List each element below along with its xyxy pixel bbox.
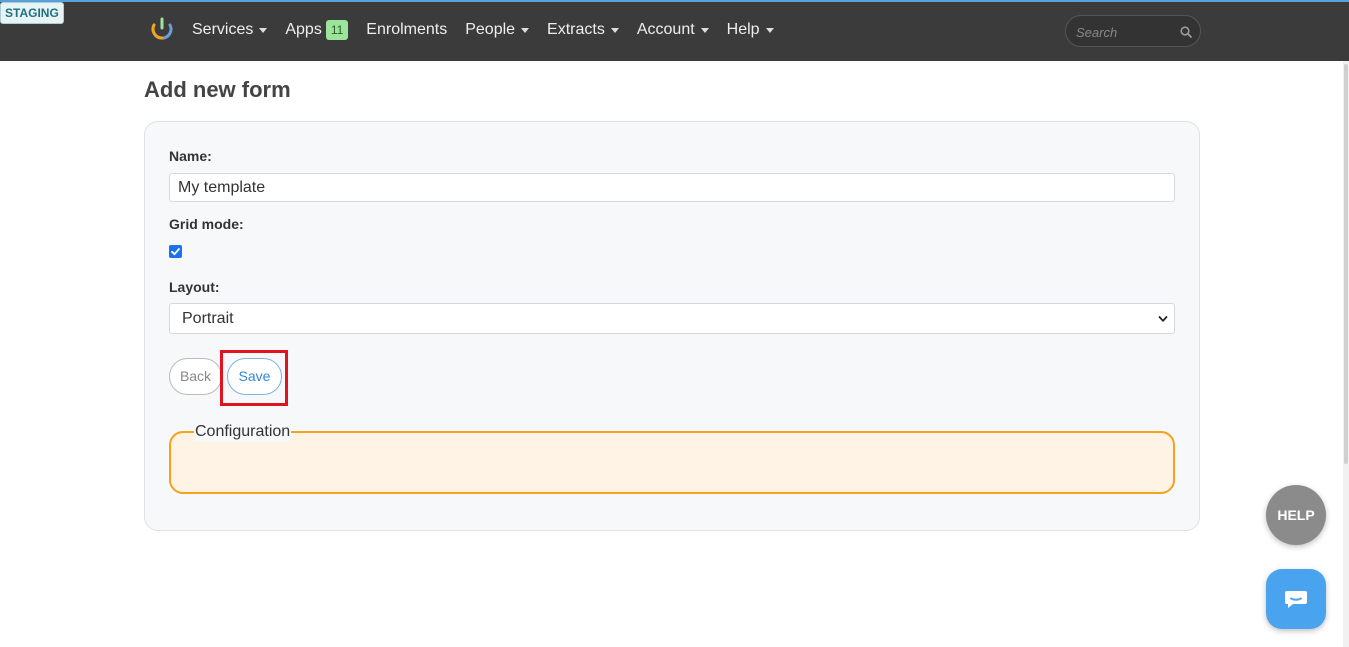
nav-account-label: Account <box>636 20 695 38</box>
apps-count-badge: 11 <box>325 19 349 40</box>
chat-icon <box>1285 591 1307 608</box>
nav-extracts-label: Extracts <box>547 20 605 38</box>
caret-down-icon <box>521 27 530 33</box>
nav-enrolments-label: Enrolments <box>366 20 448 38</box>
caret-down-icon <box>765 27 774 33</box>
caret-down-icon <box>700 27 709 33</box>
back-button[interactable]: Back <box>169 358 222 395</box>
nav-apps[interactable]: Apps 11 <box>285 19 349 40</box>
main-nav: Services Apps 11 Enrolments People Extra… <box>192 0 792 59</box>
nav-services[interactable]: Services <box>192 20 268 39</box>
grid-mode-checkbox[interactable] <box>169 245 182 258</box>
name-label: Name: <box>169 148 212 164</box>
nav-enrolments[interactable]: Enrolments <box>366 21 447 39</box>
nav-account[interactable]: Account <box>637 21 709 39</box>
checkbox-checked-icon <box>171 248 180 256</box>
help-floating-button[interactable]: HELP <box>1266 485 1326 545</box>
configuration-legend: Configuration <box>194 423 292 441</box>
page-scrollbar-thumb[interactable] <box>1344 64 1348 464</box>
search-box <box>1065 15 1201 47</box>
nav-extracts[interactable]: Extracts <box>547 21 619 39</box>
layout-select[interactable]: Portrait <box>169 303 1175 334</box>
search-icon[interactable] <box>1179 25 1193 39</box>
nav-apps-label: Apps <box>285 20 322 38</box>
name-input[interactable] <box>169 173 1175 202</box>
chevron-down-icon <box>1158 316 1168 322</box>
configuration-fieldset <box>169 431 1175 494</box>
nav-services-label: Services <box>192 20 254 38</box>
caret-down-icon <box>610 27 619 33</box>
nav-people[interactable]: People <box>465 20 530 39</box>
nav-help[interactable]: Help <box>727 21 774 39</box>
save-highlight-box <box>220 350 288 406</box>
grid-mode-label: Grid mode: <box>169 216 244 232</box>
layout-select-value: Portrait <box>182 310 234 327</box>
app-logo-icon[interactable] <box>150 16 174 42</box>
chat-floating-button[interactable] <box>1266 569 1326 629</box>
caret-down-icon <box>259 27 268 33</box>
nav-help-label: Help <box>726 20 760 38</box>
search-input[interactable] <box>1076 22 1176 42</box>
staging-badge: STAGING <box>0 2 64 24</box>
page-title: Add new form <box>144 77 291 102</box>
layout-label: Layout: <box>169 279 220 295</box>
nav-people-label: People <box>465 20 516 38</box>
